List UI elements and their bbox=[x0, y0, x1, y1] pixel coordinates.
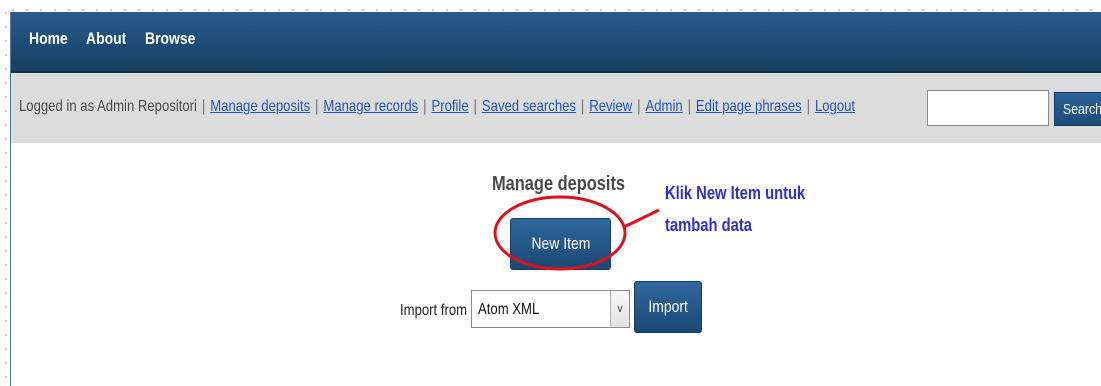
chevron-down-icon[interactable]: ∨ bbox=[610, 291, 629, 327]
annotation-line-1: Klik New Item untuk bbox=[665, 183, 806, 203]
highlight-ellipse bbox=[493, 195, 627, 271]
annotation-note: Klik New Item untuk tambah data bbox=[665, 177, 805, 241]
import-button[interactable]: Import bbox=[634, 281, 702, 333]
import-format-value: Atom XML bbox=[478, 301, 540, 318]
annotation-highlight bbox=[493, 195, 660, 271]
import-label: Import from bbox=[400, 302, 468, 319]
import-format-select[interactable]: Atom XML ∨ bbox=[471, 290, 630, 328]
annotation-line-2: tambah data bbox=[665, 215, 752, 235]
annotation-pointer-line bbox=[623, 208, 660, 229]
